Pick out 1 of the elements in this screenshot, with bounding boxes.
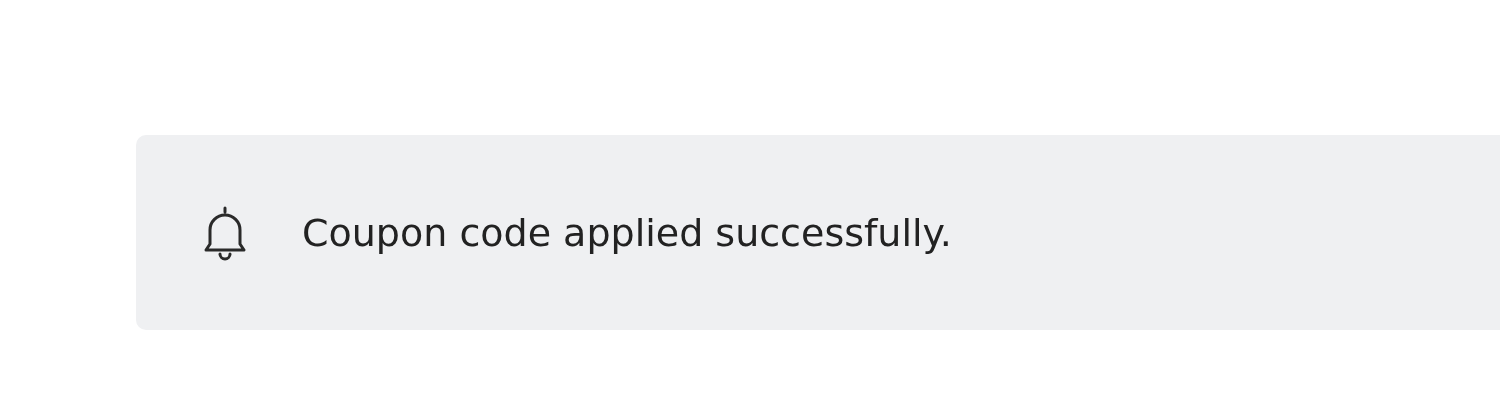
notification-message: Coupon code applied successfully. [302,210,952,255]
